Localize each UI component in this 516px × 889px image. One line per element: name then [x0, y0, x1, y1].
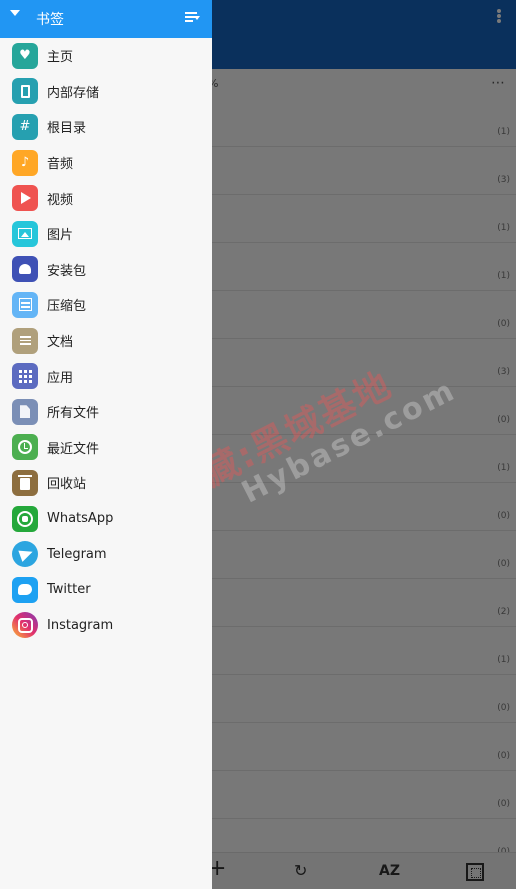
bookmark-label: Twitter — [47, 582, 91, 598]
bookmark-label: 音频 — [47, 157, 74, 173]
bookmarks-drawer: 书签 ♥ 主页内部存储 # 根目录 ♪ 音频视频图片安装包压缩包文档应用所有文件最近文件回… — [0, 0, 212, 889]
android-icon — [12, 256, 38, 283]
bookmark-item[interactable]: 压缩包 — [0, 287, 212, 323]
bookmark-item[interactable]: 应用 — [0, 358, 212, 394]
bookmark-label: 根目录 — [47, 121, 87, 137]
caret-down-icon[interactable] — [10, 10, 20, 16]
bookmark-item[interactable]: 图片 — [0, 216, 212, 252]
heart-icon: ♥ — [12, 42, 38, 69]
sort-list-icon[interactable] — [185, 12, 200, 24]
file-icon — [12, 398, 38, 425]
archive-icon — [12, 291, 38, 318]
bookmark-label: 图片 — [47, 228, 74, 244]
whatsapp-icon — [12, 505, 38, 532]
bookmark-label: 压缩包 — [47, 299, 87, 315]
telegram-icon — [12, 541, 38, 568]
drawer-header[interactable]: 书签 — [0, 0, 212, 38]
bookmark-item[interactable]: 安装包 — [0, 252, 212, 288]
bookmark-list: ♥ 主页内部存储 # 根目录 ♪ 音频视频图片安装包压缩包文档应用所有文件最近文件回收站 W… — [0, 38, 212, 643]
bookmark-item[interactable]: 最近文件 — [0, 430, 212, 466]
bookmark-item[interactable]: 文档 — [0, 323, 212, 359]
bookmark-label: Instagram — [47, 617, 114, 633]
bookmark-item[interactable]: ♥ 主页 — [0, 38, 212, 74]
bookmark-label: 文档 — [47, 335, 74, 351]
bookmark-item[interactable]: 视频 — [0, 180, 212, 216]
bookmark-label: 应用 — [47, 370, 74, 386]
bookmark-label: 所有文件 — [47, 406, 100, 422]
document-icon — [12, 327, 38, 354]
instagram-icon — [12, 612, 38, 639]
bookmark-item[interactable]: 所有文件 — [0, 394, 212, 430]
twitter-icon — [12, 576, 38, 603]
bookmark-label: 回收站 — [47, 477, 87, 493]
clock-icon — [12, 434, 38, 461]
bookmark-label: Telegram — [47, 546, 107, 562]
play-icon — [12, 185, 38, 212]
bookmark-item[interactable]: 内部存储 — [0, 74, 212, 110]
bookmark-label: 最近文件 — [47, 441, 100, 457]
bookmark-item[interactable]: Instagram — [0, 608, 212, 644]
bookmark-label: 内部存储 — [47, 85, 100, 101]
bookmark-item[interactable]: ♪ 音频 — [0, 145, 212, 181]
drawer-title: 书签 — [36, 12, 64, 28]
image-icon — [12, 220, 38, 247]
bookmark-item[interactable]: # 根目录 — [0, 109, 212, 145]
bookmark-item[interactable]: 回收站 — [0, 465, 212, 501]
trash-icon — [12, 469, 38, 496]
apps-grid-icon — [12, 363, 38, 390]
bookmark-item[interactable]: Telegram — [0, 536, 212, 572]
hash-icon: # — [12, 113, 38, 140]
bookmark-item[interactable]: Twitter — [0, 572, 212, 608]
bookmark-item[interactable]: WhatsApp — [0, 501, 212, 537]
phone-storage-icon — [12, 78, 38, 105]
bookmark-label: WhatsApp — [47, 511, 114, 527]
bookmark-label: 主页 — [47, 50, 74, 66]
bookmark-label: 安装包 — [47, 263, 87, 279]
bookmark-label: 视频 — [47, 192, 74, 208]
music-icon: ♪ — [12, 149, 38, 176]
